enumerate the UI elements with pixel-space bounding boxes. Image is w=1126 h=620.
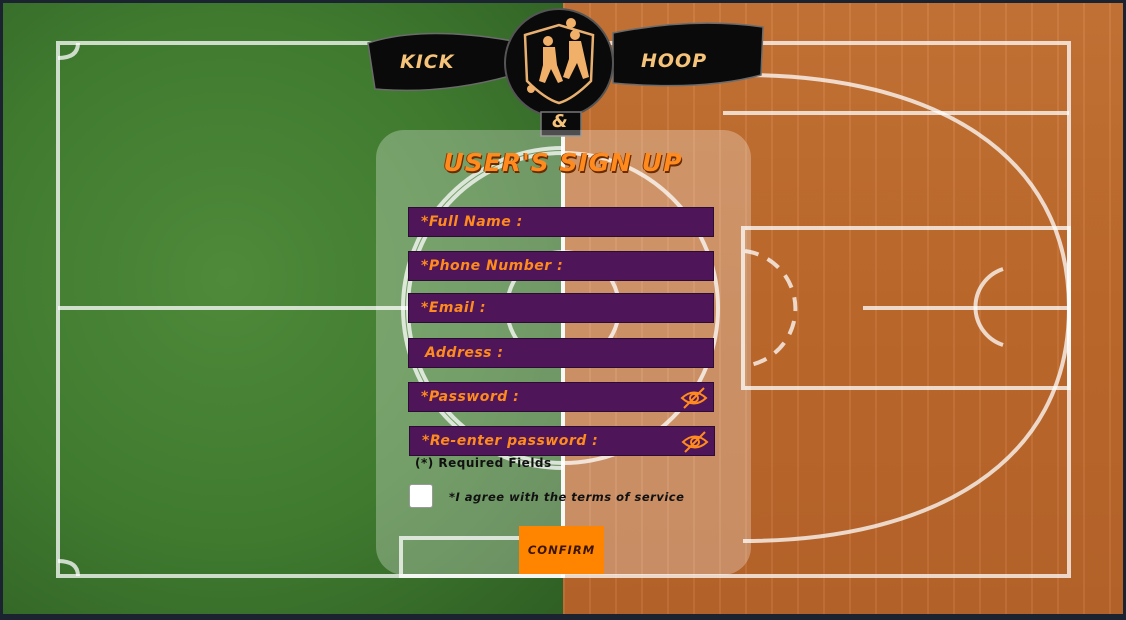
reenter-password-label: *Re-enter password : [422,433,599,449]
address-label: Address : [425,345,504,361]
password-label: *Password : [421,389,520,405]
eye-off-icon[interactable] [680,429,710,455]
brand-right-word: HOOP [641,50,708,72]
brand-left-word: KICK [400,51,455,73]
email-label: *Email : [421,300,486,316]
eye-off-icon[interactable] [679,385,709,411]
brand-logo: KICK HOOP & [3,3,1123,143]
phone-number-label: *Phone Number : [421,258,564,274]
required-fields-note: (*) Required Fields [415,456,552,470]
confirm-button[interactable]: CONFIRM [519,526,604,574]
terms-label: *I agree with the terms of service [449,490,685,504]
phone-number-input[interactable]: *Phone Number : [408,251,714,281]
terms-checkbox[interactable] [409,484,433,508]
email-input[interactable]: *Email : [408,293,714,323]
reenter-password-input[interactable]: *Re-enter password : [409,426,715,456]
address-input[interactable]: Address : [408,338,714,368]
signup-screen: KICK HOOP & USER'S SIGN UP *Full Name : … [3,3,1123,614]
form-title: USER'S SIGN UP [443,148,683,177]
brand-ampersand: & [552,111,569,132]
full-name-input[interactable]: *Full Name : [408,207,714,237]
password-input[interactable]: *Password : [408,382,714,412]
full-name-label: *Full Name : [421,214,523,230]
